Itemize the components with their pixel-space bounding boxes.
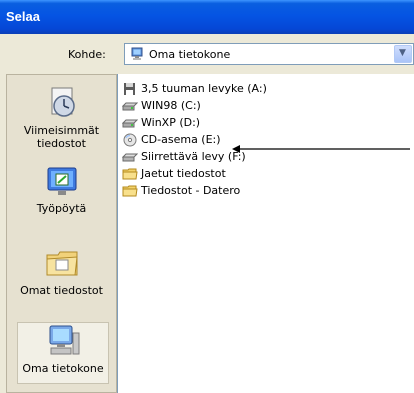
my-computer-icon [131, 47, 143, 60]
removable-drive-icon [122, 153, 138, 161]
my-documents-icon [44, 245, 80, 281]
place-label: Oma tietokone [22, 362, 104, 375]
place-label: Omat tiedostot [20, 284, 103, 297]
place-my-computer[interactable]: Oma tietokone [17, 322, 109, 384]
item-label: Siirrettävä levy (F:) [141, 150, 246, 163]
desktop-icon [44, 163, 80, 199]
look-in-bar: Kohde: Oma tietokone ▼ [0, 34, 414, 74]
floppy-drive-icon [124, 82, 135, 95]
list-item[interactable]: Siirrettävä levy (F:) [122, 148, 246, 165]
list-item[interactable]: CD-asema (E:) [122, 131, 221, 148]
look-in-value: Oma tietokone [149, 48, 231, 61]
list-item[interactable]: WinXP (D:) [122, 114, 200, 131]
place-label: Työpöytä [36, 202, 87, 215]
my-computer-icon [45, 323, 81, 359]
list-item[interactable]: 3,5 tuuman levyke (A:) [122, 80, 267, 97]
folder-icon [122, 185, 138, 196]
places-bar: Viimeisimmät tiedostot Työpöytä Omat tie… [6, 74, 117, 393]
place-label: Viimeisimmät tiedostot [23, 124, 100, 150]
folder-icon [122, 168, 138, 179]
file-list: 3,5 tuuman levyke (A:) WIN98 (C:) WinXP … [117, 74, 414, 393]
place-recent[interactable]: Viimeisimmät tiedostot [7, 85, 116, 150]
look-in-dropdown[interactable]: Oma tietokone ▼ [124, 43, 414, 65]
dropdown-button[interactable]: ▼ [394, 45, 412, 63]
item-label: WinXP (D:) [141, 116, 201, 129]
list-item[interactable]: Jaetut tiedostot [122, 165, 226, 182]
browse-dialog: Selaa Kohde: Oma tietokone ▼ Viimeisimmä… [0, 0, 414, 393]
hard-drive-icon [122, 119, 138, 127]
item-label: Tiedostot - Datero [141, 184, 241, 197]
place-desktop[interactable]: Työpöytä [7, 163, 116, 215]
item-label: WIN98 (C:) [141, 99, 201, 112]
item-label: CD-asema (E:) [141, 133, 221, 146]
look-in-label: Kohde: [68, 48, 106, 61]
item-label: Jaetut tiedostot [141, 167, 226, 180]
window-title: Selaa [6, 9, 40, 24]
recent-documents-icon [44, 85, 80, 121]
list-item[interactable]: Tiedostot - Datero [122, 182, 240, 199]
place-my-documents[interactable]: Omat tiedostot [7, 245, 116, 297]
list-item[interactable]: WIN98 (C:) [122, 97, 201, 114]
cd-drive-icon [123, 133, 137, 146]
item-label: 3,5 tuuman levyke (A:) [141, 82, 267, 95]
chevron-down-icon: ▼ [399, 48, 406, 58]
title-bar[interactable]: Selaa [0, 0, 414, 34]
hard-drive-icon [122, 102, 138, 110]
annotation-arrow [232, 145, 410, 153]
